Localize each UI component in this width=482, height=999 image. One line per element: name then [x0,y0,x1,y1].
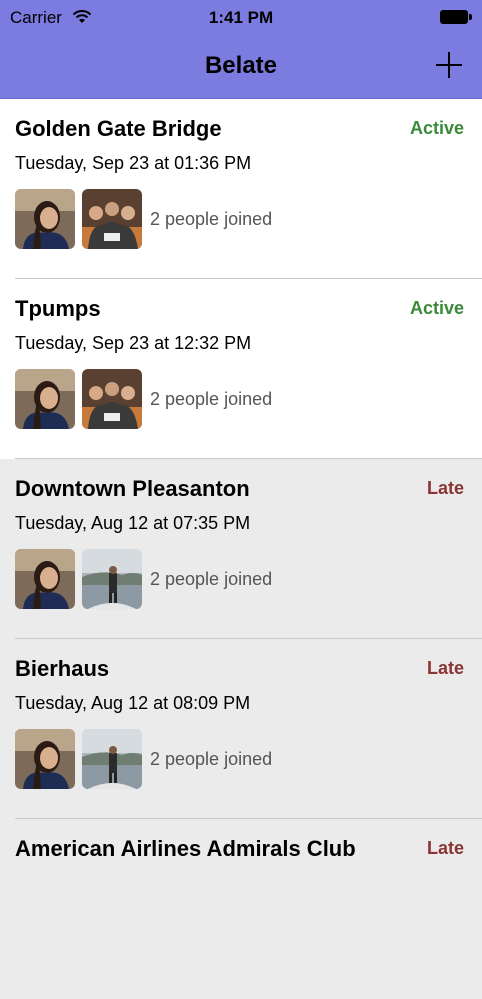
status-badge: Late [426,658,464,678]
event-date: Tuesday, Sep 23 at 12:32 PM [15,333,252,353]
status-badge: Active [409,298,464,318]
status-time: 1:41 PM [208,8,274,27]
battery-icon [440,10,472,24]
joined-count: 2 people joined [150,749,273,769]
event-date: Tuesday, Aug 12 at 07:35 PM [15,513,251,533]
status-badge: Late [426,478,464,498]
avatar[interactable] [15,369,75,429]
page-title: Belate [204,52,278,79]
event-title: Golden Gate Bridge [15,116,222,141]
avatar[interactable] [82,729,142,789]
status-badge: Active [409,118,464,138]
event-date: Tuesday, Sep 23 at 01:36 PM [15,153,252,173]
event-title: Tpumps [15,296,101,321]
event-title: Downtown Pleasanton [15,476,250,501]
joined-count: 2 people joined [150,209,273,229]
joined-count: 2 people joined [150,569,273,589]
avatar[interactable] [15,189,75,249]
event-row[interactable]: American Airlines Admirals Club Late [0,819,482,999]
avatar[interactable] [15,729,75,789]
avatar[interactable] [82,369,142,429]
event-row[interactable]: Golden Gate Bridge Active Tuesday, Sep 2… [0,99,482,279]
status-bar: Carrier 1:41 PM [0,0,482,36]
add-event-button[interactable] [434,50,464,80]
event-row[interactable]: Tpumps Active Tuesday, Sep 23 at 12:32 P… [0,279,482,459]
event-row[interactable]: Downtown Pleasanton Late Tuesday, Aug 12… [0,459,482,639]
avatar[interactable] [82,189,142,249]
joined-count: 2 people joined [150,389,273,409]
avatar[interactable] [82,549,142,609]
event-row[interactable]: Bierhaus Late Tuesday, Aug 12 at 08:09 P… [0,639,482,819]
event-title: American Airlines Admirals Club [15,836,356,861]
navigation-bar: Belate [0,36,482,99]
event-list: Golden Gate Bridge Active Tuesday, Sep 2… [0,99,482,999]
event-title: Bierhaus [15,656,110,681]
avatar[interactable] [15,549,75,609]
event-date: Tuesday, Aug 12 at 08:09 PM [15,693,251,713]
